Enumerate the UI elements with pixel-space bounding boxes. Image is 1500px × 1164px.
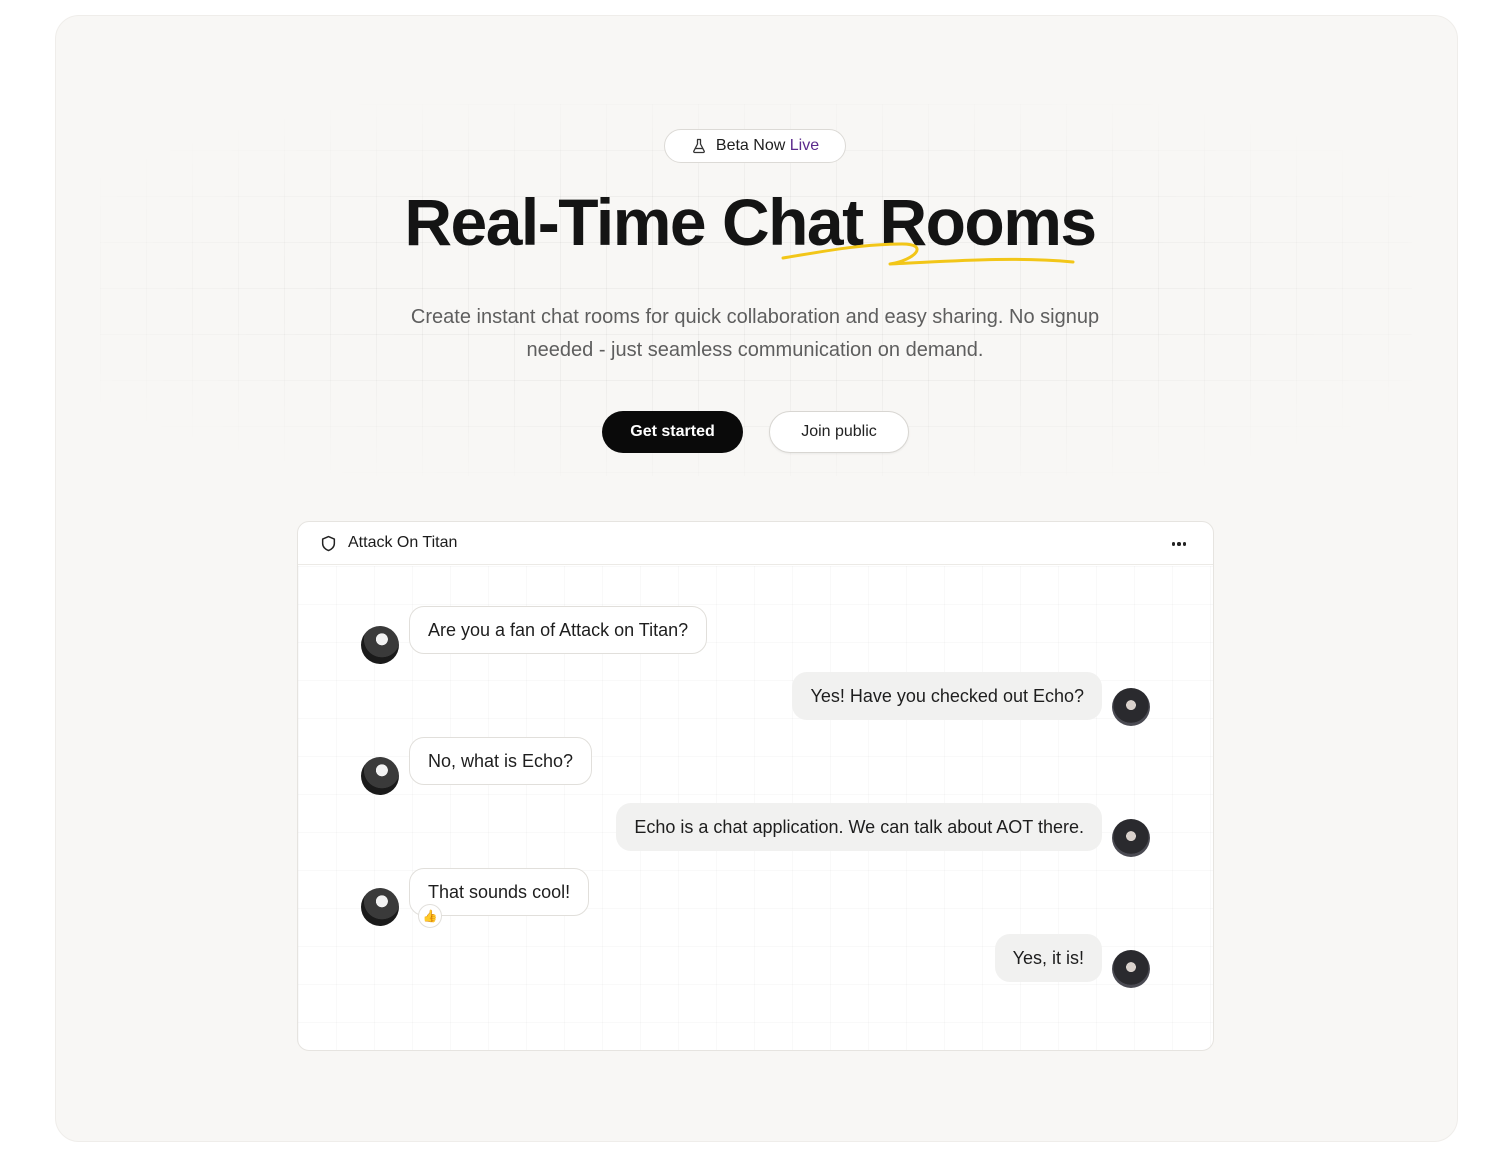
avatar-outgoing (1112, 950, 1150, 988)
chat-messages: Are you a fan of Attack on Titan? Yes! H… (298, 566, 1213, 1050)
badge-label: Beta Now (715, 137, 786, 154)
badge-label-accent: Live (789, 137, 820, 154)
page-subtitle: Create instant chat rooms for quick coll… (410, 306, 1100, 361)
page-title: Real-Time Chat Rooms (404, 185, 1097, 259)
message-bubble: Echo is a chat application. We can talk … (616, 803, 1102, 851)
flask-icon (692, 138, 705, 154)
get-started-button[interactable]: Get started (602, 411, 743, 453)
chat-header: Attack On Titan (298, 522, 1213, 565)
avatar-incoming (361, 626, 399, 664)
thumbs-up-reaction[interactable]: 👍 (418, 904, 442, 928)
avatar-outgoing (1112, 819, 1150, 857)
more-horizontal-icon[interactable] (1169, 534, 1189, 554)
avatar-incoming (361, 757, 399, 795)
avatar-outgoing (1112, 688, 1150, 726)
title-underline-squiggle (781, 242, 1075, 266)
chat-preview-window: Attack On Titan Are you a fan of Attack … (297, 521, 1214, 1051)
shield-icon (321, 535, 336, 551)
message-bubble: No, what is Echo? (409, 737, 593, 785)
message-bubble: Yes! Have you checked out Echo? (792, 672, 1102, 720)
join-public-button[interactable]: Join public (769, 411, 909, 453)
chat-room-name: Attack On Titan (348, 534, 458, 551)
message-bubble: Are you a fan of Attack on Titan? (409, 606, 708, 654)
message-bubble: Yes, it is! (994, 934, 1102, 982)
avatar-incoming (361, 888, 399, 926)
beta-badge[interactable]: Beta Now Live (664, 129, 846, 163)
